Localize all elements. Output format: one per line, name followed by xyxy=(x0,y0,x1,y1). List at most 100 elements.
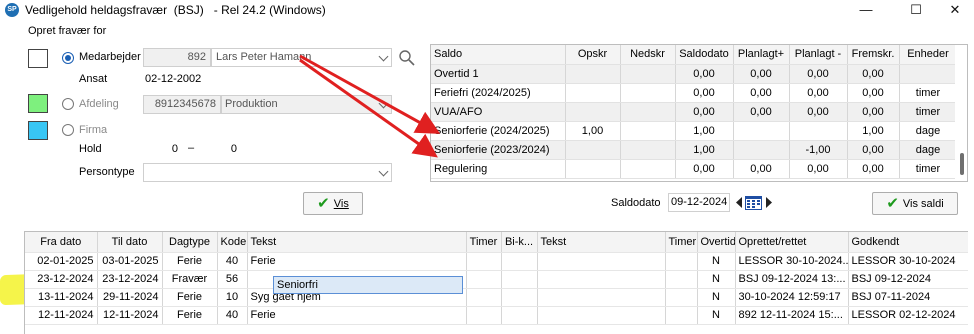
hold-label: Hold xyxy=(79,143,102,155)
medarbejder-label: Medarbejder xyxy=(79,51,141,63)
grid-cell: 40 xyxy=(217,306,248,325)
color-swatch-firma[interactable] xyxy=(28,121,48,140)
search-icon[interactable] xyxy=(398,49,416,67)
tekst-edit-cell[interactable]: Seniorfri xyxy=(273,276,463,294)
minimize-icon[interactable]: — xyxy=(843,0,889,20)
grid-col-header[interactable]: Tekst xyxy=(247,232,467,253)
saldo-cell: 0,00 xyxy=(733,159,790,179)
grid-cell: Ferie xyxy=(162,288,218,307)
scrollbar-thumb[interactable] xyxy=(960,153,964,175)
employee-name-combo[interactable]: Lars Peter Hamann xyxy=(211,48,392,67)
radio-medarbejder[interactable] xyxy=(62,52,74,64)
grid-cell: LESSOR 02-12-2024 xyxy=(848,306,968,325)
saldo-col-header[interactable]: Planlagt+ xyxy=(733,45,790,65)
grid-cell: N xyxy=(697,270,736,289)
saldo-cell: 0,00 xyxy=(847,64,900,84)
saldo-cell xyxy=(620,83,676,103)
checkmark-icon: ✔ xyxy=(886,195,899,212)
saldo-cell: 1,00 xyxy=(675,140,734,160)
table-row[interactable]: 02-01-2025 03-01-2025 Ferie 40 Ferie N LESSOR … xyxy=(25,252,968,271)
saldo-cell xyxy=(789,121,848,141)
grid-cell: 56 xyxy=(217,270,248,289)
saldo-row[interactable]: Regulering 0,00 0,00 0,00 0,00 timer xyxy=(431,159,958,179)
saldo-row[interactable]: Feriefri (2024/2025) 0,00 0,00 0,00 0,00 time… xyxy=(431,83,958,103)
saldo-cell: 1,00 xyxy=(847,121,900,141)
persontype-combo[interactable] xyxy=(143,163,392,182)
saldo-col-header[interactable]: Enheder xyxy=(899,45,958,65)
saldo-grid[interactable]: Saldo Opskr Nedskr Saldodato Planlagt+ Planla… xyxy=(430,44,968,182)
grid-cell: 12-11-2024 xyxy=(25,306,98,325)
app-logo: SP xyxy=(5,3,19,17)
saldo-cell: 1,00 xyxy=(675,121,734,141)
saldo-row[interactable]: VUA/AFO 0,00 0,00 0,00 0,00 timer xyxy=(431,102,958,122)
saldo-cell: 0,00 xyxy=(847,83,900,103)
saldo-col-header[interactable]: Saldodato xyxy=(675,45,734,65)
saldo-cell: 0,00 xyxy=(675,159,734,179)
grid-cell xyxy=(537,306,666,325)
grid-cell: N xyxy=(697,288,736,307)
calendar-nav[interactable] xyxy=(735,194,775,211)
chevron-down-icon xyxy=(378,98,389,109)
grid-cell xyxy=(466,288,502,307)
vis-button[interactable]: ✔ Vis xyxy=(303,192,363,215)
department-combo[interactable]: Produktion xyxy=(221,95,392,114)
grid-col-header[interactable]: Overtid xyxy=(697,232,736,253)
window-title: Vedligehold heldagsfravær (BSJ) - Rel 24… xyxy=(25,3,326,17)
grid-col-header[interactable]: Godkendt xyxy=(848,232,968,253)
saldo-cell: 1,00 xyxy=(565,121,621,141)
saldo-cell: 0,00 xyxy=(789,102,848,122)
saldo-col-header[interactable]: Opskr xyxy=(565,45,621,65)
table-row[interactable]: 12-11-2024 12-11-2024 Ferie 40 Ferie N 892 12-… xyxy=(25,306,968,325)
saldo-cell: 0,00 xyxy=(789,83,848,103)
saldo-cell: Feriefri (2024/2025) xyxy=(431,83,566,103)
grid-cell xyxy=(501,306,538,325)
saldodato-field[interactable]: 09-12-2024 xyxy=(668,193,730,212)
hold-to-field[interactable]: 0 xyxy=(200,140,242,159)
saldo-row[interactable]: Seniorferie (2023/2024) 1,00 -1,00 0,00 dage xyxy=(431,140,958,160)
grid-cell: BSJ 09-12-2024 xyxy=(848,270,968,289)
grid-col-header[interactable]: Fra dato xyxy=(25,232,98,253)
grid-col-header[interactable]: Dagtype xyxy=(162,232,218,253)
vis-saldi-button[interactable]: ✔ Vis saldi xyxy=(872,192,958,215)
close-icon[interactable]: ✕ xyxy=(932,0,974,20)
saldo-col-header[interactable]: Nedskr xyxy=(620,45,676,65)
hold-from-field[interactable]: 0 xyxy=(143,140,183,159)
grid-cell xyxy=(501,288,538,307)
saldo-cell: 0,00 xyxy=(789,64,848,84)
chevron-down-icon xyxy=(378,51,389,62)
grid-col-header[interactable]: Tekst xyxy=(537,232,666,253)
department-code-field[interactable]: 8912345678 xyxy=(143,95,221,114)
grid-cell xyxy=(665,288,698,307)
radio-afdeling[interactable] xyxy=(62,98,74,110)
saldo-scrollbar[interactable] xyxy=(955,45,967,181)
grid-col-header[interactable]: Oprettet/rettet xyxy=(735,232,849,253)
grid-col-header[interactable]: Til dato xyxy=(97,232,163,253)
grid-col-header[interactable]: Kode xyxy=(217,232,248,253)
saldo-col-header[interactable]: Fremskr. xyxy=(847,45,900,65)
saldo-col-header[interactable]: Saldo xyxy=(431,45,566,65)
color-swatch-medarbejder[interactable] xyxy=(28,49,48,68)
color-swatch-afdeling[interactable] xyxy=(28,94,48,113)
grid-cell: 892 12-11-2024 15:... xyxy=(735,306,849,325)
saldo-cell xyxy=(565,83,621,103)
saldo-row[interactable]: Overtid 1 0,00 0,00 0,00 0,00 xyxy=(431,64,958,84)
saldo-row[interactable]: Seniorferie (2024/2025) 1,00 1,00 1,00 dage xyxy=(431,121,958,141)
hold-dash: – xyxy=(188,142,195,154)
radio-firma[interactable] xyxy=(62,124,74,136)
vis-button-label: Vis xyxy=(333,197,349,210)
saldo-cell xyxy=(899,64,958,84)
table-row[interactable]: 23-12-2024 23-12-2024 Fravær 56 N BSJ 09-12-2… xyxy=(25,270,968,289)
saldo-cell: 0,00 xyxy=(847,140,900,160)
table-row[interactable]: 13-11-2024 29-11-2024 Ferie 10 Syg gået hjem… xyxy=(25,288,968,307)
saldo-cell: -1,00 xyxy=(789,140,848,160)
absence-grid[interactable]: Fra dato Til dato Dagtype Kode Tekst Timer Bi-… xyxy=(24,231,968,334)
grid-cell: 02-01-2025 xyxy=(25,252,98,271)
employee-number-field[interactable]: 892 xyxy=(143,48,211,67)
next-arrow-icon xyxy=(766,197,772,208)
grid-col-header[interactable]: Timer xyxy=(466,232,502,253)
saldo-col-header[interactable]: Planlagt - xyxy=(789,45,848,65)
chevron-down-icon xyxy=(378,166,389,177)
saldo-cell xyxy=(620,102,676,122)
grid-col-header[interactable]: Bi-k... xyxy=(501,232,538,253)
grid-col-header[interactable]: Timer xyxy=(665,232,698,253)
